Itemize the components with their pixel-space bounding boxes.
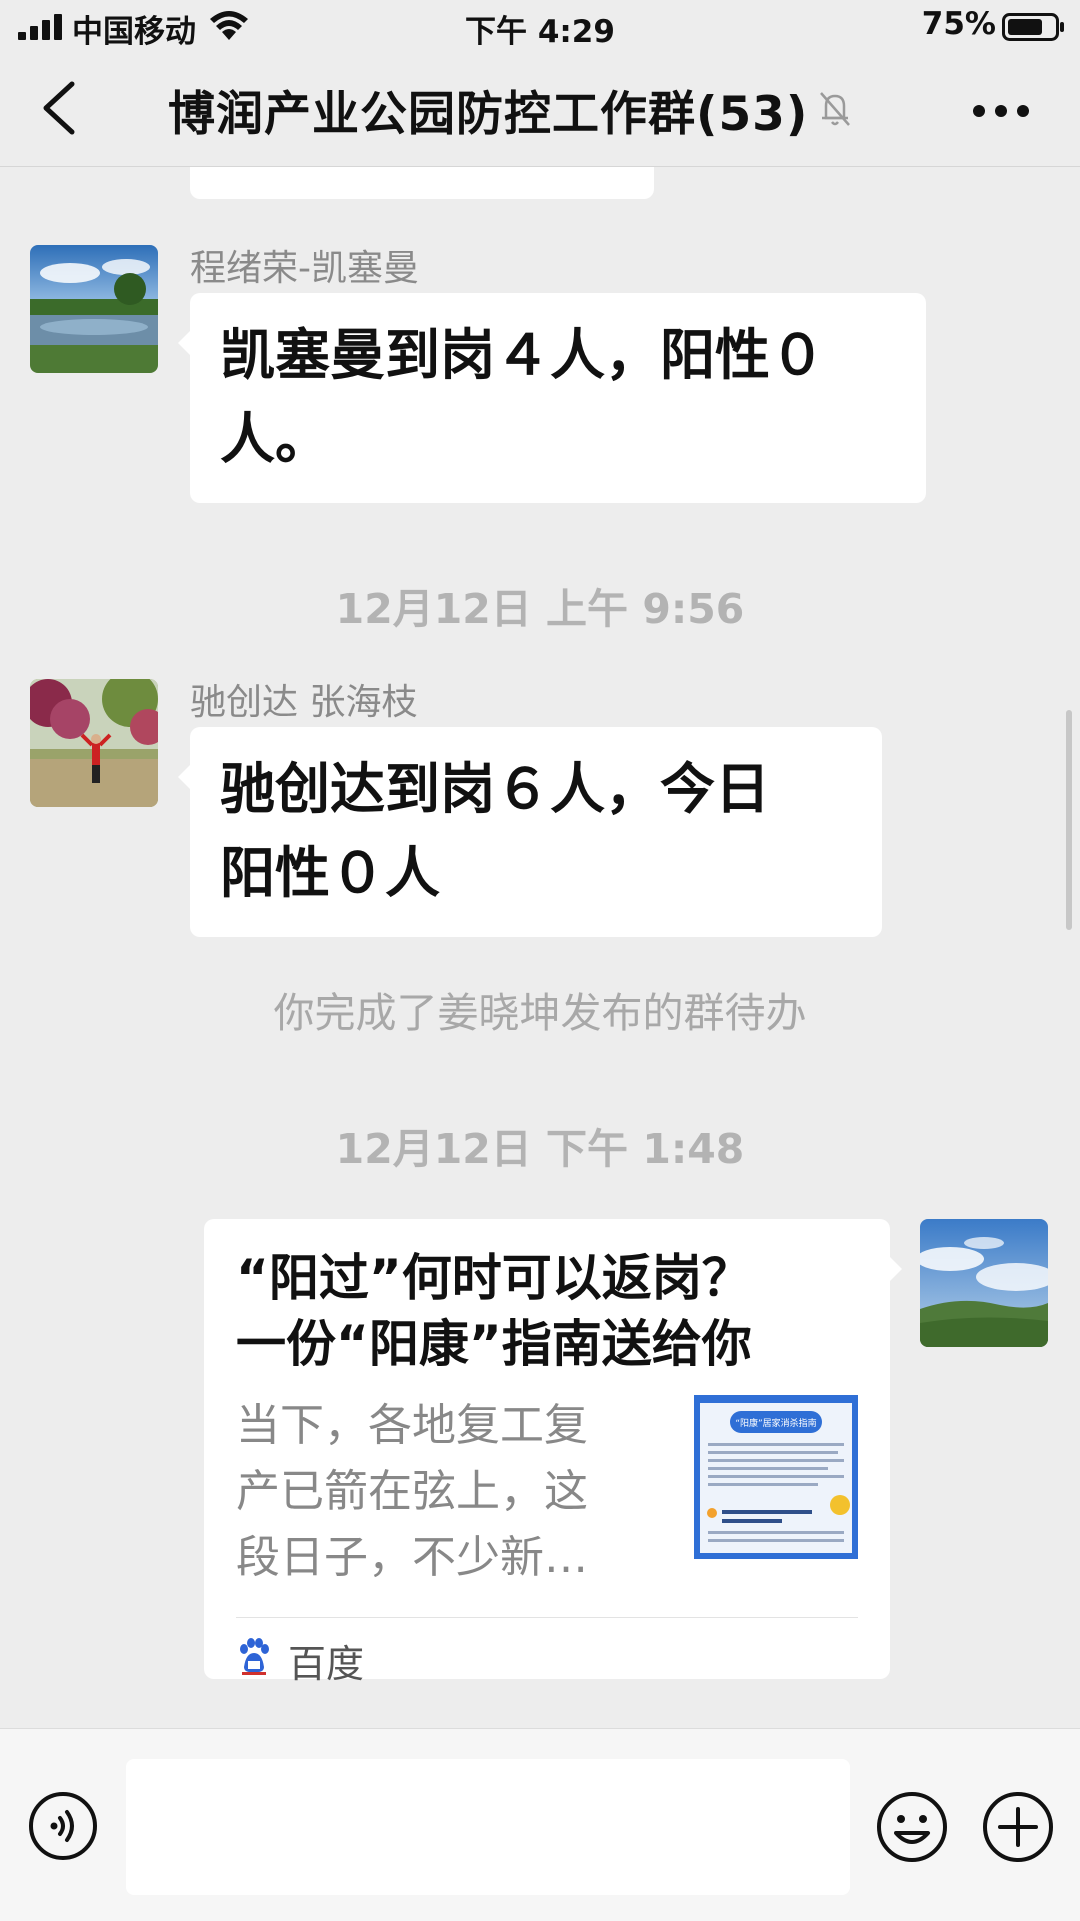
link-card-title: “阳过”何时可以返岗？ 一份“阳康”指南送给你 xyxy=(236,1245,796,1377)
link-card-thumbnail: “阳康”居家消杀指南 xyxy=(694,1395,858,1559)
clock: 下午 4:29 xyxy=(465,14,615,50)
battery-percent: 75% xyxy=(921,6,996,42)
sky-meadow-avatar-image xyxy=(920,1219,1048,1347)
battery-icon xyxy=(1002,13,1064,41)
sender-name: 程绪荣-凯塞曼 xyxy=(190,248,419,289)
link-card-desc-line: 段日子，不少新… xyxy=(236,1532,588,1583)
chat-title-group[interactable]: 博润产业公园防控工作群(53) xyxy=(168,79,852,142)
thumb-heading: “阳康”居家消杀指南 xyxy=(735,1417,816,1429)
link-card-title-line: 一份“阳康”指南送给你 xyxy=(236,1315,752,1373)
message-bubble[interactable]: 驰创达到岗６人，今日 阳性０人 xyxy=(178,727,882,937)
emoji-icon[interactable] xyxy=(876,1791,948,1863)
chat-header: 博润产业公园防控工作群(53) xyxy=(0,54,1080,167)
lake-landscape-avatar-image xyxy=(30,245,158,373)
timestamp: 12月12日 下午 1:48 xyxy=(335,1125,745,1173)
message-bubble[interactable]: 凯塞曼到岗４人，阳性０ 人。 xyxy=(178,293,926,503)
status-bar: 中国移动 下午 4:29 75% xyxy=(0,0,1080,54)
link-card[interactable]: “阳过”何时可以返岗？ 一份“阳康”指南送给你 当下，各地复工复 产已箭在弦上，… xyxy=(204,1219,902,1686)
system-message[interactable]: 你完成了姜晓坤发布的群待办 xyxy=(0,979,1080,1039)
sender-name: 驰创达 张海枝 xyxy=(190,682,418,723)
timestamp: 12月12日 上午 9:56 xyxy=(335,585,745,633)
message-input[interactable] xyxy=(126,1759,850,1895)
link-card-title-line: “阳过”何时可以返岗？ xyxy=(236,1249,752,1307)
message-text: 驰创达到岗６人，今日 阳性０人 xyxy=(190,727,882,925)
avatar[interactable] xyxy=(30,245,158,373)
partial-message-bubble[interactable] xyxy=(190,167,654,199)
more-icon[interactable] xyxy=(972,104,1030,118)
plus-icon[interactable] xyxy=(982,1791,1054,1863)
voice-icon[interactable] xyxy=(28,1791,98,1861)
link-card-description: 当下，各地复工复 产已箭在弦上，这 段日子，不少新… xyxy=(236,1393,646,1591)
scrollbar[interactable] xyxy=(1066,710,1072,930)
avatar[interactable] xyxy=(30,679,158,807)
message-text-line: 阳性０人 xyxy=(220,841,441,905)
my-avatar[interactable] xyxy=(920,1219,1048,1347)
link-card-desc-line: 当下，各地复工复 xyxy=(236,1400,588,1451)
message-text-line: 人。 xyxy=(220,407,331,471)
message-text-line: 驰创达到岗６人，今日 xyxy=(220,757,771,821)
link-card-divider xyxy=(236,1617,858,1618)
baidu-paw-icon xyxy=(240,1638,269,1675)
message-text: 凯塞曼到岗４人，阳性０ 人。 xyxy=(190,293,926,491)
person-garden-avatar-image xyxy=(30,679,158,807)
message-text-line: 凯塞曼到岗４人，阳性０ xyxy=(220,323,826,387)
chat-title: 博润产业公园防控工作群(53) xyxy=(168,86,809,142)
input-bar xyxy=(0,1728,1080,1921)
mute-bell-icon xyxy=(820,92,851,126)
chat-messages[interactable]: 程绪荣-凯塞曼 凯塞曼到岗４人，阳性０ 人。 12月12日 上午 9:56 驰创… xyxy=(0,167,1080,1727)
link-card-source: 百度 xyxy=(288,1642,365,1686)
back-icon[interactable] xyxy=(30,76,90,140)
link-card-desc-line: 产已箭在弦上，这 xyxy=(236,1466,588,1517)
